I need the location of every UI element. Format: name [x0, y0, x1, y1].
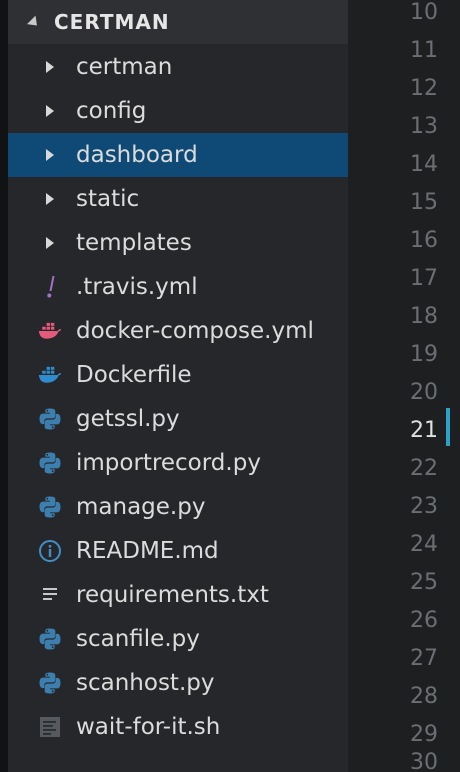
tree-item-label: importrecord.py: [76, 450, 261, 476]
tree-item-label: scanfile.py: [76, 626, 200, 652]
tree-item-label: manage.py: [76, 494, 206, 520]
editor-window: CERTMAN certman config dashboard static …: [0, 0, 460, 772]
python-icon: [38, 451, 62, 475]
tree-item-label: templates: [76, 230, 192, 256]
python-icon: [38, 495, 62, 519]
chevron-right-icon: [38, 99, 62, 123]
line-number: 16: [410, 228, 438, 253]
tree-item-dashboard[interactable]: dashboard: [8, 133, 348, 177]
tree-item-travis-yml[interactable]: .travis.yml: [8, 265, 348, 309]
tree-item-label: getssl.py: [76, 406, 180, 432]
line-number: 14: [410, 152, 438, 177]
file-explorer: CERTMAN certman config dashboard static …: [8, 0, 348, 772]
tree-item-label: .travis.yml: [76, 274, 198, 300]
tree-item-label: scanhost.py: [76, 670, 215, 696]
line-number: 15: [410, 190, 438, 215]
docker-icon: [38, 363, 62, 387]
shell-script-icon: [38, 715, 62, 739]
tree-item-scanfile-py[interactable]: scanfile.py: [8, 617, 348, 661]
docker-icon: [38, 319, 62, 343]
tree-item-label: static: [76, 186, 140, 212]
python-icon: [38, 671, 62, 695]
tree-item-getssl-py[interactable]: getssl.py: [8, 397, 348, 441]
tree-item-static[interactable]: static: [8, 177, 348, 221]
line-number: 28: [410, 684, 438, 709]
line-number: 29: [410, 722, 438, 747]
tree-item-dockerfile[interactable]: Dockerfile: [8, 353, 348, 397]
line-number: 22: [410, 456, 438, 481]
tree-item-label: README.md: [76, 538, 219, 564]
tree-item-label: config: [76, 98, 147, 124]
line-number: 12: [410, 76, 438, 101]
line-number: 30: [410, 750, 438, 772]
explorer-section-header[interactable]: CERTMAN: [8, 0, 348, 44]
line-number: 20: [410, 380, 438, 405]
line-number: 27: [410, 646, 438, 671]
tree-item-label: certman: [76, 54, 173, 80]
line-number-gutter: 10 11 12 13 14 15 16 17 18 19 20 21 22 2…: [348, 0, 460, 772]
tree-item-label: requirements.txt: [76, 582, 269, 608]
text-lines-icon: [38, 583, 62, 607]
tree-item-manage-py[interactable]: manage.py: [8, 485, 348, 529]
tree-item-readme-md[interactable]: README.md: [8, 529, 348, 573]
chevron-right-icon: [38, 55, 62, 79]
line-number: 13: [410, 114, 438, 139]
python-icon: [38, 627, 62, 651]
tree-item-wait-for-it-sh[interactable]: wait-for-it.sh: [8, 705, 348, 749]
expanded-triangle-icon: [27, 15, 42, 30]
tree-item-certman[interactable]: certman: [8, 45, 348, 89]
tree-item-importrecord-py[interactable]: importrecord.py: [8, 441, 348, 485]
line-number: 18: [410, 304, 438, 329]
yaml-exclamation-icon: [38, 275, 62, 299]
chevron-right-icon: [38, 187, 62, 211]
tree-item-scanhost-py[interactable]: scanhost.py: [8, 661, 348, 705]
tree-item-label: dashboard: [76, 142, 198, 168]
line-number: 19: [410, 342, 438, 367]
line-number: 26: [410, 608, 438, 633]
line-number: 23: [410, 494, 438, 519]
line-number: 10: [410, 0, 438, 25]
tree-item-label: Dockerfile: [76, 362, 192, 388]
tree-item-label: wait-for-it.sh: [76, 714, 221, 740]
tree-item-config[interactable]: config: [8, 89, 348, 133]
tree-item-templates[interactable]: templates: [8, 221, 348, 265]
activity-bar-edge: [0, 0, 8, 772]
current-line-indicator: [446, 408, 450, 446]
line-number: 17: [410, 266, 438, 291]
info-icon: [38, 539, 62, 563]
tree-item-label: docker-compose.yml: [76, 318, 314, 344]
chevron-right-icon: [38, 143, 62, 167]
chevron-right-icon: [38, 231, 62, 255]
line-number: 24: [410, 532, 438, 557]
line-number: 11: [410, 38, 438, 63]
current-line-number: 21: [410, 418, 438, 443]
python-icon: [38, 407, 62, 431]
project-title: CERTMAN: [54, 10, 170, 34]
tree-item-docker-compose[interactable]: docker-compose.yml: [8, 309, 348, 353]
tree-item-requirements-txt[interactable]: requirements.txt: [8, 573, 348, 617]
line-number: 25: [410, 570, 438, 595]
